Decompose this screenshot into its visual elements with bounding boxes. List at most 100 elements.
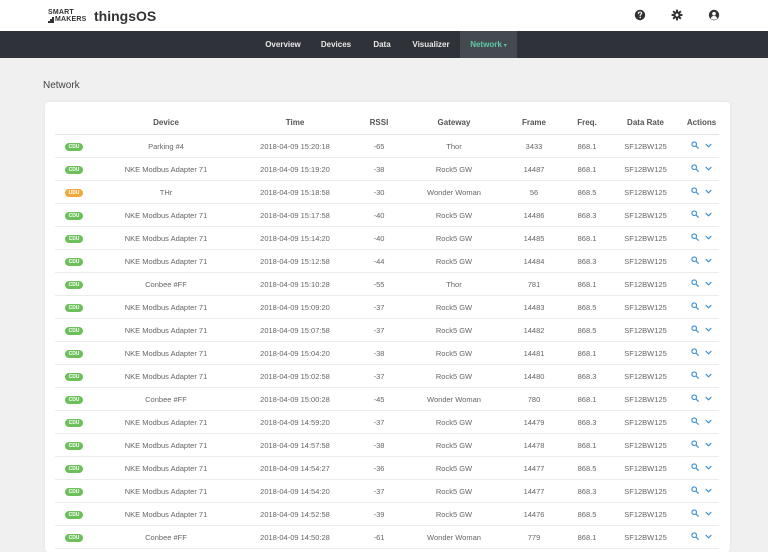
nav-overview[interactable]: Overview — [260, 31, 306, 58]
header-rssi[interactable]: RSSI — [351, 111, 407, 135]
search-icon[interactable] — [691, 141, 699, 151]
chevron-down-icon[interactable] — [705, 211, 712, 220]
chevron-down-icon[interactable] — [705, 487, 712, 496]
search-icon[interactable] — [691, 463, 699, 473]
search-icon[interactable] — [691, 256, 699, 266]
chevron-down-icon[interactable] — [705, 418, 712, 427]
freq-cell: 868.1 — [567, 341, 607, 365]
chevron-down-icon[interactable] — [705, 349, 712, 358]
chevron-down-icon[interactable] — [705, 188, 712, 197]
rssi-cell: -44 — [351, 249, 407, 273]
time-cell: 2018-04-09 14:54:20 — [239, 479, 351, 503]
search-icon[interactable] — [691, 417, 699, 427]
data-rate-cell: SF12BW125 — [607, 502, 684, 526]
search-icon[interactable] — [691, 371, 699, 381]
table-row[interactable]: CDU NKE Modbus Adapter 71 2018-04-09 15:12… — [55, 249, 719, 273]
chevron-down-icon[interactable] — [705, 464, 712, 473]
table-row[interactable]: CDU NKE Modbus Adapter 71 2018-04-09 14:57… — [55, 433, 719, 457]
search-icon[interactable] — [691, 210, 699, 220]
rssi-cell: -45 — [351, 387, 407, 411]
type-cell: CDU — [55, 157, 93, 181]
chevron-down-icon[interactable] — [705, 395, 712, 404]
chevron-down-icon[interactable] — [705, 303, 712, 312]
chevron-down-icon[interactable] — [705, 372, 712, 381]
table-row[interactable]: CDU NKE Modbus Adapter 71 2018-04-09 15:07… — [55, 318, 719, 342]
table-row[interactable]: CDU NKE Modbus Adapter 71 2018-04-09 14:54… — [55, 479, 719, 503]
table-row[interactable]: CDU NKE Modbus Adapter 71 2018-04-09 15:09… — [55, 295, 719, 319]
actions-cell — [684, 479, 719, 503]
table-row[interactable]: UDU THr 2018-04-09 15:18:58 -30 Wonder Woman… — [55, 180, 719, 204]
chevron-down-icon[interactable] — [705, 510, 712, 519]
table-row[interactable]: CDU Conbee #FF 2018-04-09 15:00:28 -45 Wonde… — [55, 387, 719, 411]
chevron-down-icon[interactable] — [705, 234, 712, 243]
search-icon[interactable] — [691, 233, 699, 243]
time-cell: 2018-04-09 14:50:28 — [239, 525, 351, 549]
search-icon[interactable] — [691, 394, 699, 404]
table-row[interactable]: CDU Parking #4 2018-04-09 15:20:18 -65 Thor 3… — [55, 134, 719, 158]
search-icon[interactable] — [691, 302, 699, 312]
nav-network[interactable]: Network ▾ — [460, 31, 517, 58]
chevron-down-icon[interactable] — [705, 326, 712, 335]
network-table-card: Device Time RSSI Gateway Frame Freq. Dat… — [45, 102, 730, 552]
user-circle-icon[interactable] — [708, 9, 720, 21]
freq-cell: 868.3 — [567, 203, 607, 227]
table-row[interactable]: CDU NKE Modbus Adapter 71 2018-04-09 14:59… — [55, 410, 719, 434]
table-row[interactable]: CDU NKE Modbus Adapter 71 2018-04-09 14:54… — [55, 456, 719, 480]
frame-cell: 3433 — [501, 134, 567, 158]
gateway-cell: Rock5 GW — [407, 203, 501, 227]
chevron-down-icon[interactable] — [705, 441, 712, 450]
gear-icon[interactable] — [671, 9, 683, 21]
freq-cell: 868.3 — [567, 410, 607, 434]
header-frame[interactable]: Frame — [501, 111, 567, 135]
device-cell: THr — [93, 180, 239, 204]
type-cell: CDU — [55, 502, 93, 526]
search-icon[interactable] — [691, 279, 699, 289]
chevron-down-icon[interactable] — [705, 280, 712, 289]
table-row[interactable]: CDU NKE Modbus Adapter 71 2018-04-09 14:52… — [55, 502, 719, 526]
search-icon[interactable] — [691, 486, 699, 496]
table-row[interactable]: CDU NKE Modbus Adapter 71 2018-04-09 15:17… — [55, 203, 719, 227]
device-cell: NKE Modbus Adapter 71 — [93, 203, 239, 227]
time-cell: 2018-04-09 15:18:58 — [239, 180, 351, 204]
table-row[interactable]: CDU NKE Modbus Adapter 71 2018-04-09 15:04… — [55, 341, 719, 365]
header-device[interactable]: Device — [93, 111, 239, 135]
data-rate-cell: SF12BW125 — [607, 226, 684, 250]
rssi-cell: -40 — [351, 203, 407, 227]
type-cell: CDU — [55, 364, 93, 388]
search-icon[interactable] — [691, 348, 699, 358]
device-type-badge: CDU — [65, 373, 83, 381]
nav-data[interactable]: Data — [366, 31, 398, 58]
table-row[interactable]: CDU Conbee #FF 2018-04-09 15:10:28 -55 Thor 7… — [55, 272, 719, 296]
search-icon[interactable] — [691, 325, 699, 335]
table-row[interactable]: CDU NKE Modbus Adapter 71 2018-04-09 15:19… — [55, 157, 719, 181]
header-gateway[interactable]: Gateway — [407, 111, 501, 135]
smartmakers-logo[interactable]: SMART MAKERS — [48, 9, 90, 23]
actions-cell — [684, 525, 719, 549]
table-row[interactable]: CDU Conbee #FF 2018-04-09 14:50:28 -61 Wonde… — [55, 525, 719, 549]
time-cell: 2018-04-09 15:00:28 — [239, 387, 351, 411]
nav-visualizer[interactable]: Visualizer — [406, 31, 456, 58]
chevron-down-icon[interactable] — [705, 165, 712, 174]
search-icon[interactable] — [691, 509, 699, 519]
gateway-cell: Rock5 GW — [407, 456, 501, 480]
chevron-down-icon[interactable] — [705, 257, 712, 266]
frame-cell: 14483 — [501, 295, 567, 319]
header-freq[interactable]: Freq. — [567, 111, 607, 135]
header-time[interactable]: Time — [239, 111, 351, 135]
search-icon[interactable] — [691, 187, 699, 197]
nav-devices[interactable]: Devices — [316, 31, 356, 58]
header-data-rate[interactable]: Data Rate — [607, 111, 684, 135]
type-cell: CDU — [55, 341, 93, 365]
search-icon[interactable] — [691, 164, 699, 174]
frame-cell: 14486 — [501, 203, 567, 227]
time-cell: 2018-04-09 15:19:20 — [239, 157, 351, 181]
help-circle-icon[interactable] — [634, 9, 646, 21]
chevron-down-icon: ▾ — [503, 43, 507, 49]
search-icon[interactable] — [691, 532, 699, 542]
search-icon[interactable] — [691, 440, 699, 450]
table-row[interactable]: CDU NKE Modbus Adapter 71 2018-04-09 15:02… — [55, 364, 719, 388]
chevron-down-icon[interactable] — [705, 142, 712, 151]
table-row[interactable]: CDU NKE Modbus Adapter 71 2018-04-09 15:14… — [55, 226, 719, 250]
chevron-down-icon[interactable] — [705, 533, 712, 542]
data-rate-cell: SF12BW125 — [607, 249, 684, 273]
